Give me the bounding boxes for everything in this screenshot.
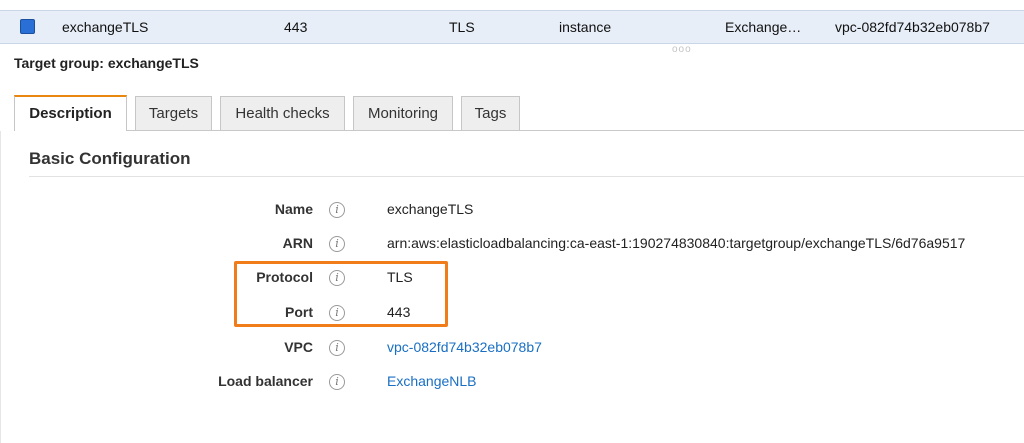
- tab-targets[interactable]: Targets: [135, 96, 212, 130]
- load-balancer-info-icon[interactable]: i: [329, 374, 345, 390]
- tab-tags[interactable]: Tags: [461, 96, 520, 130]
- vpc-label: VPC: [284, 339, 313, 355]
- tab-description[interactable]: Description: [14, 95, 127, 131]
- vpc-link[interactable]: vpc-082fd74b32eb078b7: [387, 339, 542, 355]
- name-info-icon[interactable]: i: [329, 202, 345, 218]
- arn-value: arn:aws:elasticloadbalancing:ca-east-1:1…: [387, 235, 966, 251]
- section-divider: [29, 176, 1024, 177]
- selected-target-group-row[interactable]: exchangeTLS 443 TLS instance Exchange… v…: [0, 10, 1024, 44]
- row-port: 443: [284, 19, 308, 35]
- name-label: Name: [274, 201, 313, 217]
- load-balancer-label: Load balancer: [218, 373, 313, 389]
- section-title: Basic Configuration: [29, 149, 191, 168]
- target-group-title: Target group: exchangeTLS: [14, 55, 199, 71]
- load-balancer-link[interactable]: ExchangeNLB: [387, 373, 477, 389]
- arn-value-container: arn:aws:elasticloadbalancing:ca-east-1:1…: [387, 235, 1024, 255]
- row-load-balancer: Exchange…: [725, 19, 802, 35]
- row-checkbox[interactable]: [20, 19, 35, 34]
- panel-left-border: [0, 131, 1, 443]
- row-vpc: vpc-082fd74b32eb078b7: [835, 19, 990, 35]
- arn-label: ARN: [282, 235, 313, 251]
- row-protocol: TLS: [449, 19, 475, 35]
- tab-monitoring[interactable]: Monitoring: [353, 96, 453, 130]
- name-value: exchangeTLS: [387, 201, 474, 217]
- row-name: exchangeTLS: [62, 19, 149, 35]
- highlight-box: [234, 261, 448, 327]
- arn-info-icon[interactable]: i: [329, 236, 345, 252]
- vpc-info-icon[interactable]: i: [329, 340, 345, 356]
- resize-handle[interactable]: ooo: [672, 44, 692, 55]
- tab-health-checks[interactable]: Health checks: [220, 96, 345, 130]
- row-target-type: instance: [559, 19, 612, 35]
